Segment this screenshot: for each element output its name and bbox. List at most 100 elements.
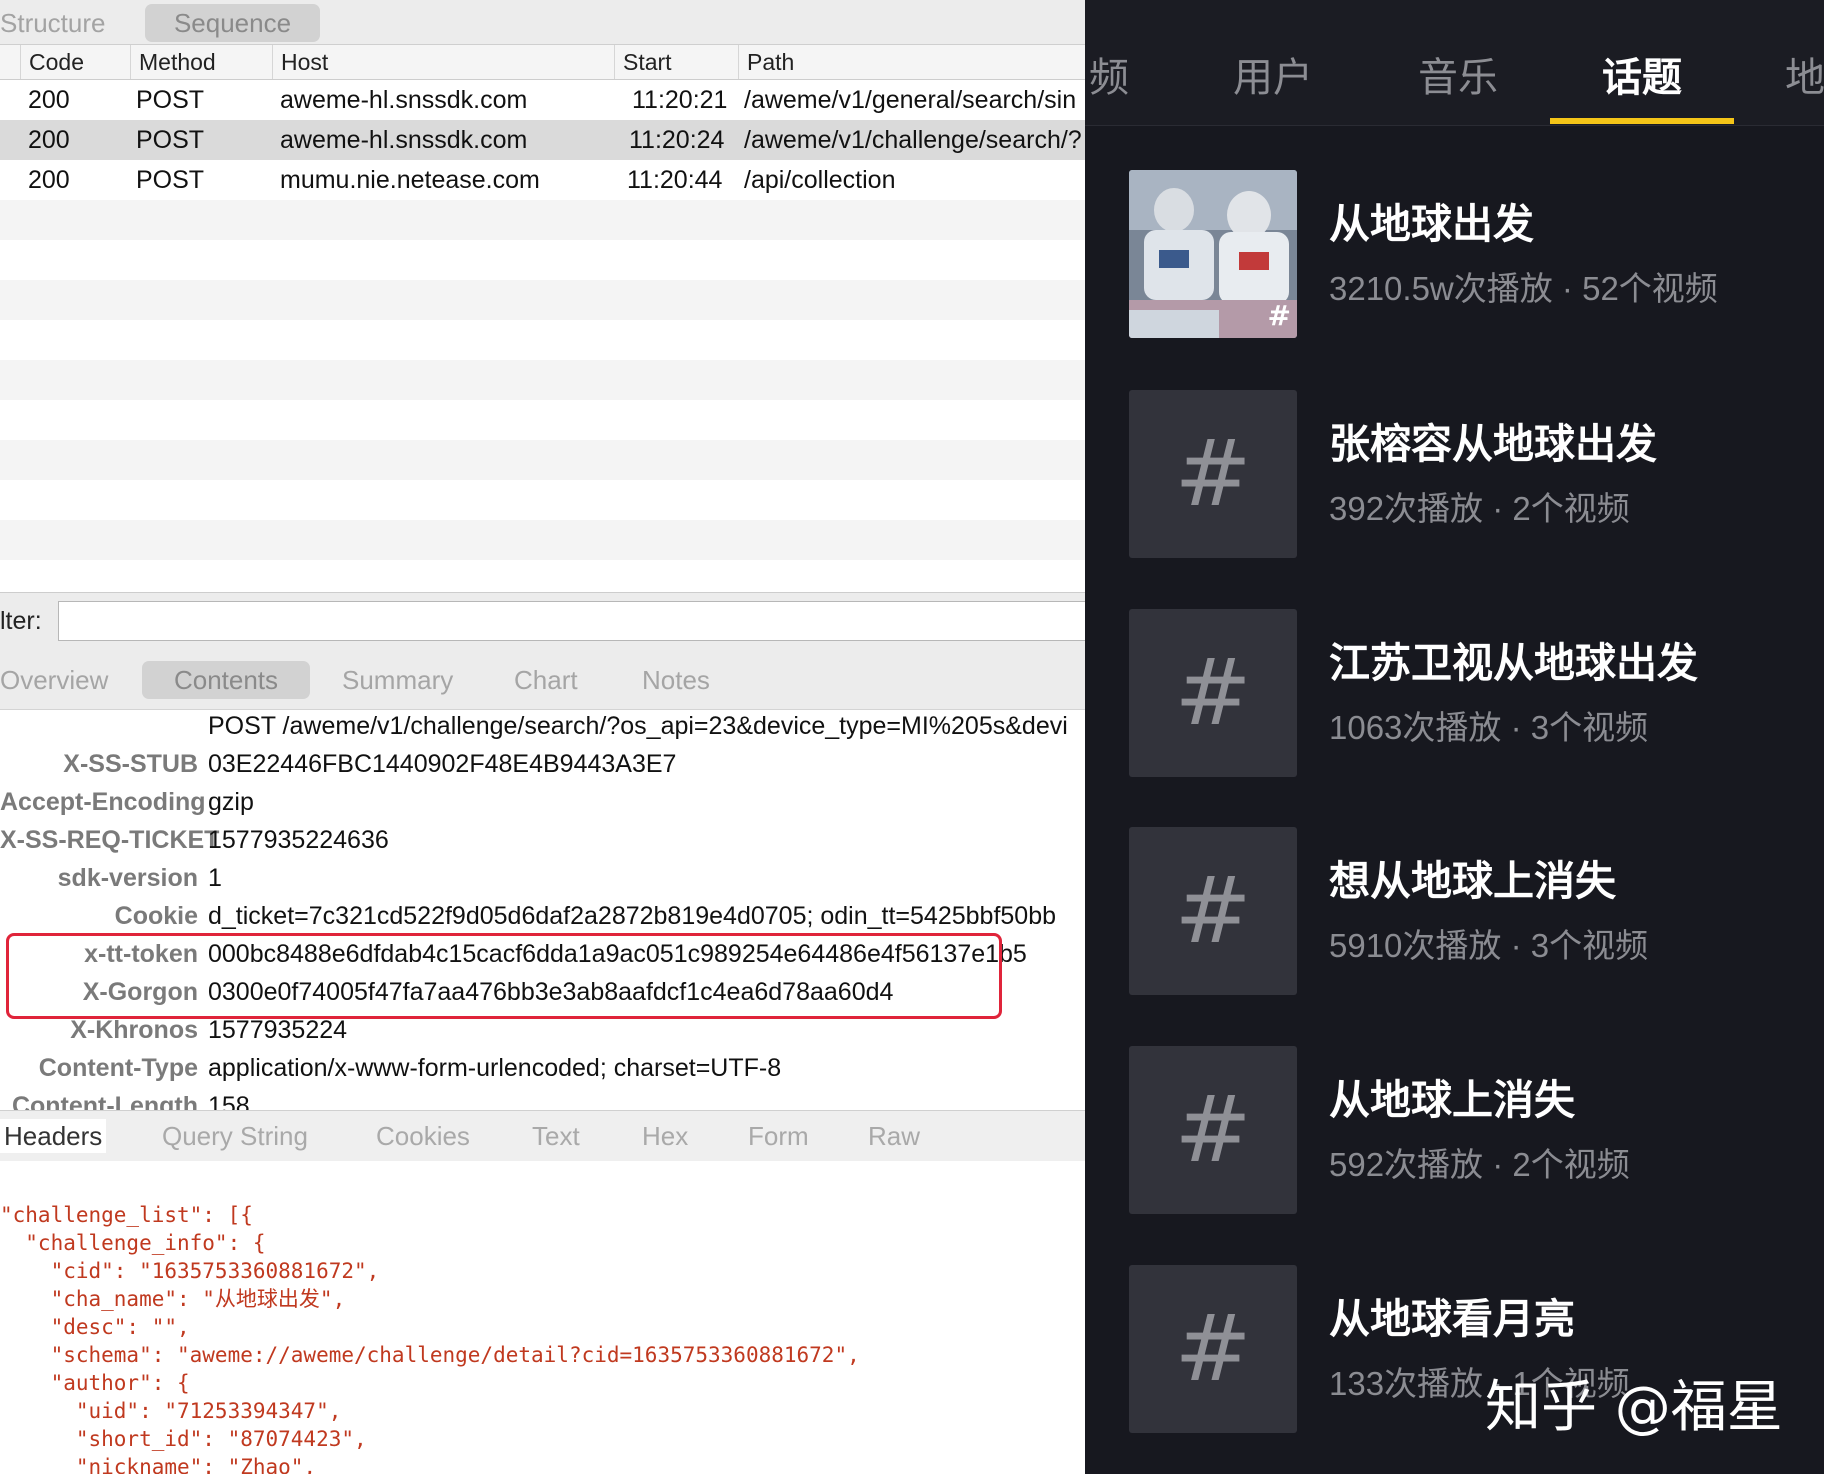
filter-input[interactable]	[58, 601, 1085, 641]
row-host: aweme-hl.snssdk.com	[280, 126, 528, 154]
row-method: POST	[136, 86, 205, 114]
json-response-body: "challenge_list": [{ "challenge_info": {…	[0, 1161, 1085, 1474]
detail-section-tabs: Overview Contents Summary Chart Notes	[0, 651, 1085, 710]
requests-table-header: Code Method Host Start Path	[0, 45, 1085, 80]
tab-overview[interactable]: Overview	[0, 661, 108, 699]
tab-hex[interactable]: Hex	[642, 1119, 688, 1153]
empty-row	[0, 200, 1085, 240]
row-host: mumu.nie.netease.com	[280, 166, 540, 194]
tab-location[interactable]: 地	[1785, 45, 1824, 103]
topic-stats: 592次播放 · 2个视频	[1329, 1146, 1630, 1183]
tab-headers[interactable]: Headers	[0, 1119, 107, 1153]
topic-title: 从地球出发	[1329, 201, 1534, 247]
tab-raw[interactable]: Raw	[868, 1119, 920, 1153]
header-key: X-SS-STUB	[63, 750, 198, 778]
header-value: d_ticket=7c321cd522f9d05d6daf2a2872b819e…	[208, 902, 1057, 930]
header-value: 03E22446FBC1440902F48E4B9443A3E7	[208, 750, 677, 778]
empty-row	[0, 440, 1085, 480]
json-line: "nickname": "Zhao",	[0, 1455, 317, 1474]
header-value: 158	[208, 1092, 250, 1110]
topic-thumbnail: #	[1129, 1265, 1297, 1433]
header-value: 1577935224	[208, 1016, 348, 1044]
table-row[interactable]: 200 POST mumu.nie.netease.com 11:20:44 /…	[0, 160, 1085, 200]
topic-stats: 1063次播放 · 3个视频	[1329, 709, 1649, 746]
content-format-tabs: Headers Query String Cookies Text Hex Fo…	[0, 1110, 1085, 1162]
json-line: "challenge_info": {	[0, 1231, 266, 1255]
tab-form[interactable]: Form	[748, 1119, 809, 1153]
hashtag-icon: #	[1174, 1295, 1252, 1402]
hashtag-icon: #	[1174, 857, 1252, 964]
topic-title: 从地球上消失	[1329, 1077, 1575, 1123]
header-key: X-SS-REQ-TICKET	[0, 826, 220, 854]
column-code[interactable]: Code	[20, 45, 130, 79]
column-host[interactable]: Host	[272, 45, 614, 79]
header-key: Accept-Encoding	[0, 788, 206, 816]
tab-contents[interactable]: Contents	[142, 661, 310, 699]
topic-thumbnail: #	[1129, 390, 1297, 558]
request-line: POST /aweme/v1/challenge/search/?os_api=…	[208, 712, 1068, 740]
row-path: /aweme/v1/challenge/search/?	[744, 126, 1082, 154]
tab-video[interactable]: 频	[1089, 45, 1129, 103]
hashtag-icon: #	[1174, 1076, 1252, 1183]
topic-item[interactable]: # 从地球上消失 592次播放 · 2个视频	[1129, 1046, 1809, 1216]
row-start: 11:20:44	[627, 166, 723, 194]
row-code: 200	[28, 126, 70, 154]
table-row[interactable]: 200 POST aweme-hl.snssdk.com 11:20:21 /a…	[0, 80, 1085, 120]
search-category-tabs: 频 用户 音乐 话题 地	[1085, 0, 1824, 126]
tab-summary[interactable]: Summary	[342, 661, 453, 699]
topic-thumbnail: #	[1129, 827, 1297, 995]
header-key: Cookie	[114, 902, 198, 930]
empty-row	[0, 360, 1085, 400]
tab-sequence[interactable]: Sequence	[145, 4, 320, 42]
json-line: "desc": "",	[0, 1315, 190, 1339]
header-value: gzip	[208, 788, 254, 816]
json-line: "uid": "71253394347",	[0, 1399, 342, 1423]
request-headers: POST /aweme/v1/challenge/search/?os_api=…	[0, 710, 1085, 1110]
tab-users[interactable]: 用户	[1233, 45, 1313, 103]
hashtag-icon: #	[1174, 420, 1252, 527]
column-method[interactable]: Method	[130, 45, 272, 79]
topic-item[interactable]: # 张榕容从地球出发 392次播放 · 2个视频	[1129, 390, 1809, 560]
topic-stats: 392次播放 · 2个视频	[1329, 490, 1630, 527]
view-mode-tabs: Structure Sequence	[0, 0, 1085, 45]
header-value: 1	[208, 864, 222, 892]
row-start: 11:20:21	[632, 86, 728, 114]
hashtag-icon: #	[1174, 639, 1252, 746]
tab-music[interactable]: 音乐	[1418, 45, 1498, 103]
hashtag-icon: #	[1267, 299, 1291, 332]
zhihu-watermark: 知乎 @福星	[1485, 1375, 1783, 1440]
active-tab-indicator	[1550, 118, 1734, 124]
filter-bar: lter:	[0, 592, 1085, 652]
column-start[interactable]: Start	[614, 45, 738, 79]
table-row-selected[interactable]: 200 POST aweme-hl.snssdk.com 11:20:24 /a…	[0, 120, 1085, 160]
tab-text[interactable]: Text	[532, 1119, 580, 1153]
header-key: X-Khronos	[70, 1016, 198, 1044]
tab-structure[interactable]: Structure	[0, 4, 106, 42]
json-line: "cha_name": "从地球出发",	[0, 1287, 346, 1311]
row-host: aweme-hl.snssdk.com	[280, 86, 528, 114]
topic-title: 江苏卫视从地球出发	[1329, 640, 1698, 686]
tab-topics[interactable]: 话题	[1602, 45, 1682, 103]
tab-notes[interactable]: Notes	[642, 661, 710, 699]
row-method: POST	[136, 166, 205, 194]
column-path[interactable]: Path	[738, 45, 1085, 79]
topic-item[interactable]: # 从地球出发 3210.5w次播放 · 52个视频	[1129, 170, 1809, 340]
row-method: POST	[136, 126, 205, 154]
header-value: application/x-www-form-urlencoded; chars…	[208, 1054, 782, 1082]
empty-row	[0, 280, 1085, 320]
tab-query-string[interactable]: Query String	[162, 1119, 308, 1153]
filter-label: lter:	[0, 607, 42, 635]
topic-item[interactable]: # 想从地球上消失 5910次播放 · 3个视频	[1129, 827, 1809, 997]
topic-title: 从地球看月亮	[1329, 1296, 1575, 1342]
tab-chart[interactable]: Chart	[514, 661, 578, 699]
json-line: "short_id": "87074423",	[0, 1427, 367, 1451]
network-inspector-panel: Structure Sequence Code Method Host Star…	[0, 0, 1085, 1474]
topic-stats: 5910次播放 · 3个视频	[1329, 927, 1649, 964]
row-code: 200	[28, 166, 70, 194]
topic-stats: 3210.5w次播放 · 52个视频	[1329, 270, 1718, 307]
topic-cover-image: #	[1129, 170, 1297, 338]
header-key: sdk-version	[57, 864, 198, 892]
topic-item[interactable]: # 江苏卫视从地球出发 1063次播放 · 3个视频	[1129, 609, 1809, 779]
header-key: Content-Length	[11, 1092, 198, 1110]
tab-cookies[interactable]: Cookies	[376, 1119, 470, 1153]
